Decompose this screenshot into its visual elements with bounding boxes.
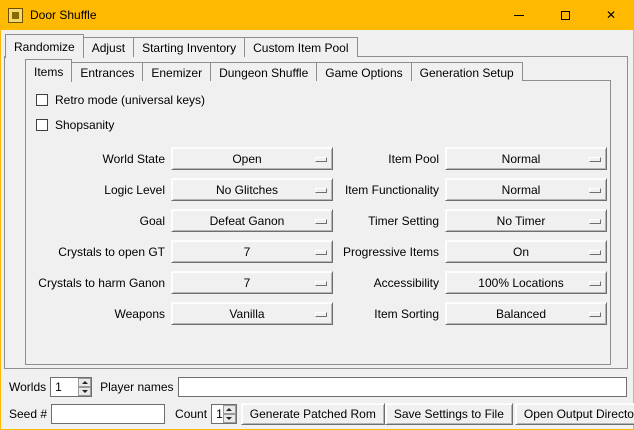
shopsanity-label: Shopsanity: [55, 118, 114, 132]
crystals-open-gt-label: Crystals to open GT: [36, 245, 167, 259]
tab-game-options[interactable]: Game Options: [316, 62, 411, 81]
timer-setting-dropdown[interactable]: No Timer: [445, 209, 607, 232]
progressive-items-label: Progressive Items: [337, 245, 441, 259]
crystals-open-gt-dropdown[interactable]: 7: [171, 240, 333, 263]
worlds-spin-up-button[interactable]: [78, 378, 91, 387]
tab-starting-inventory[interactable]: Starting Inventory: [133, 37, 245, 57]
outer-tab-bar: Randomize Adjust Starting Inventory Cust…: [5, 34, 358, 57]
logic-level-label: Logic Level: [36, 183, 167, 197]
dropdown-indicator-icon: [315, 157, 327, 162]
dropdown-indicator-icon: [315, 312, 327, 317]
item-sorting-dropdown[interactable]: Balanced: [445, 302, 607, 325]
progressive-items-dropdown[interactable]: On: [445, 240, 607, 263]
window-content: Randomize Adjust Starting Inventory Cust…: [1, 30, 633, 429]
tab-custom-item-pool[interactable]: Custom Item Pool: [244, 37, 357, 57]
arrow-down-icon: [226, 417, 232, 420]
dropdown-indicator-icon: [315, 219, 327, 224]
titlebar[interactable]: Door Shuffle ✕: [0, 0, 634, 30]
caption-buttons: ✕: [496, 0, 634, 30]
player-names-input[interactable]: [178, 377, 628, 397]
logic-level-dropdown[interactable]: No Glitches: [171, 178, 333, 201]
item-pool-dropdown[interactable]: Normal: [445, 147, 607, 170]
open-output-directory-button[interactable]: Open Output Directory: [515, 403, 634, 425]
item-pool-label: Item Pool: [337, 152, 441, 166]
dropdown-indicator-icon: [589, 250, 601, 255]
inner-tab-bar: Items Entrances Enemizer Dungeon Shuffle…: [25, 59, 523, 81]
count-spin-up-button[interactable]: [223, 405, 236, 414]
app-window: Door Shuffle ✕ Randomize Adjust Starting…: [0, 0, 634, 430]
crystals-harm-ganon-dropdown[interactable]: 7: [171, 271, 333, 294]
worlds-spinbox[interactable]: 1: [50, 377, 92, 397]
accessibility-dropdown[interactable]: 100% Locations: [445, 271, 607, 294]
retro-mode-checkbox-row[interactable]: Retro mode (universal keys): [36, 90, 610, 110]
tab-enemizer[interactable]: Enemizer: [142, 62, 211, 81]
close-button[interactable]: ✕: [588, 0, 634, 30]
minimize-button[interactable]: [496, 0, 542, 30]
count-label: Count: [175, 407, 207, 421]
tab-dungeon-shuffle[interactable]: Dungeon Shuffle: [210, 62, 317, 81]
tab-items[interactable]: Items: [25, 59, 72, 82]
world-state-label: World State: [36, 152, 167, 166]
maximize-button[interactable]: [542, 0, 588, 30]
count-spinbox[interactable]: 1: [211, 404, 237, 424]
item-functionality-label: Item Functionality: [337, 183, 441, 197]
worlds-row: Worlds 1 Player names: [9, 375, 627, 398]
seed-label: Seed #: [9, 407, 47, 421]
goal-label: Goal: [36, 214, 167, 228]
dropdown-indicator-icon: [589, 281, 601, 286]
randomize-tab-pane: Items Entrances Enemizer Dungeon Shuffle…: [4, 56, 628, 369]
dropdown-indicator-icon: [315, 250, 327, 255]
world-state-dropdown[interactable]: Open: [171, 147, 333, 170]
dropdown-indicator-icon: [589, 219, 601, 224]
dropdown-indicator-icon: [589, 312, 601, 317]
close-icon: ✕: [606, 9, 616, 21]
item-sorting-label: Item Sorting: [337, 307, 441, 321]
save-settings-button[interactable]: Save Settings to File: [385, 403, 513, 425]
retro-mode-label: Retro mode (universal keys): [55, 93, 205, 107]
tab-adjust[interactable]: Adjust: [83, 37, 134, 57]
maximize-icon: [561, 11, 570, 20]
accessibility-label: Accessibility: [337, 276, 441, 290]
seed-row: Seed # Count 1 Generate Patched Rom Save…: [9, 402, 627, 425]
arrow-up-icon: [226, 408, 232, 411]
shopsanity-checkbox-row[interactable]: Shopsanity: [36, 115, 610, 135]
arrow-up-icon: [82, 381, 88, 384]
options-grid: World State Open Item Pool Normal Logic …: [36, 147, 610, 325]
seed-input[interactable]: [51, 404, 165, 424]
worlds-label: Worlds: [9, 380, 46, 394]
dropdown-indicator-icon: [589, 188, 601, 193]
item-functionality-dropdown[interactable]: Normal: [445, 178, 607, 201]
tab-entrances[interactable]: Entrances: [71, 62, 143, 81]
dropdown-indicator-icon: [315, 188, 327, 193]
goal-dropdown[interactable]: Defeat Ganon: [171, 209, 333, 232]
app-icon: [8, 8, 23, 23]
dropdown-indicator-icon: [589, 157, 601, 162]
tab-randomize[interactable]: Randomize: [5, 34, 84, 58]
arrow-down-icon: [82, 390, 88, 393]
timer-setting-label: Timer Setting: [337, 214, 441, 228]
worlds-spin-down-button[interactable]: [78, 387, 91, 396]
weapons-label: Weapons: [36, 307, 167, 321]
retro-mode-checkbox[interactable]: [36, 94, 48, 106]
player-names-label: Player names: [100, 380, 173, 394]
minimize-icon: [514, 15, 524, 16]
count-spin-down-button[interactable]: [223, 414, 236, 423]
items-tab-pane: Retro mode (universal keys) Shopsanity W…: [25, 80, 611, 365]
weapons-dropdown[interactable]: Vanilla: [171, 302, 333, 325]
window-title: Door Shuffle: [30, 8, 97, 22]
shopsanity-checkbox[interactable]: [36, 119, 48, 131]
generate-patched-rom-button[interactable]: Generate Patched Rom: [241, 403, 385, 425]
tab-generation-setup[interactable]: Generation Setup: [411, 62, 523, 81]
dropdown-indicator-icon: [315, 281, 327, 286]
crystals-harm-ganon-label: Crystals to harm Ganon: [36, 276, 167, 290]
